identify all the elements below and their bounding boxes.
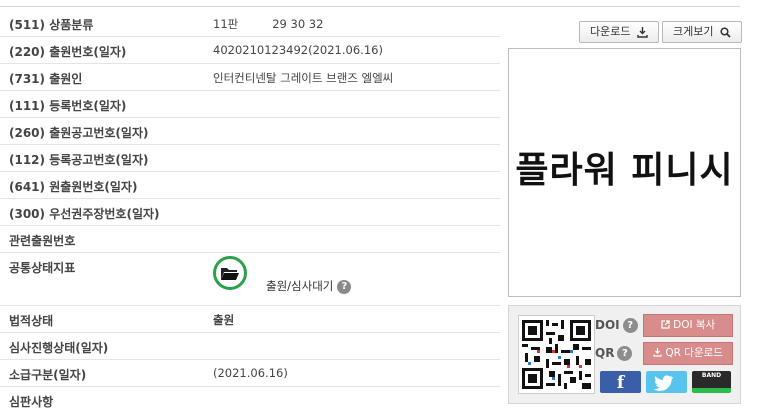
doi-copy-button[interactable]: DOI 복사	[643, 314, 733, 337]
label-exam-progress: 심사진행상태(일자)	[9, 341, 109, 355]
facebook-icon: f	[616, 373, 625, 393]
value-goods-class: 11판 29 30 32	[213, 16, 323, 32]
qr-download-label: QR 다운로드	[665, 347, 723, 359]
row-publication-number: (260) 출원공고번호(일자)	[0, 118, 500, 145]
help-icon[interactable]: ?	[337, 279, 352, 294]
band-label: BAND	[701, 372, 722, 379]
row-applicant: (731) 출원인 인터컨티넨탈 그레이트 브랜즈 엘엘씨	[0, 64, 500, 91]
folder-icon[interactable]	[213, 256, 247, 290]
download-label: 다운로드	[590, 25, 631, 38]
label-common-status: 공통상태지표	[9, 261, 76, 275]
status-text: 출원/심사대기?	[266, 278, 352, 294]
zoom-label: 크게보기	[673, 25, 714, 38]
doi-help-icon[interactable]: ?	[622, 318, 638, 333]
qr-label: QR?	[595, 346, 633, 361]
value-legal-status: 출원	[213, 313, 235, 327]
doi-label-text: DOI	[595, 318, 620, 332]
label-trial: 심판사항	[9, 395, 54, 409]
row-related-application: 관련출원번호	[0, 226, 500, 253]
download-button[interactable]: 다운로드	[579, 21, 659, 43]
label-registration-publication: (112) 등록공고번호(일자)	[9, 153, 149, 167]
qr-label-text: QR	[595, 346, 615, 360]
row-application-number: (220) 출원번호(일자) 4020210123492(2021.06.16)	[0, 37, 500, 64]
class-edition: 11판	[213, 17, 239, 31]
row-goods-class: (511) 상품분류 11판 29 30 32	[0, 10, 500, 37]
row-legal-status: 법적상태 출원	[0, 306, 500, 333]
doi-label: DOI?	[595, 318, 638, 333]
magnifier-icon	[720, 26, 731, 38]
class-numbers: 29 30 32	[272, 17, 324, 31]
value-application-number: 4020210123492(2021.06.16)	[213, 43, 383, 57]
label-applicant: (731) 출원인	[9, 72, 83, 86]
share-panel: DOI? QR? DOI 복사 QR 다운로드 f BAND	[508, 305, 741, 404]
label-registration-number: (111) 등록번호(일자)	[9, 99, 127, 113]
twitter-share-button[interactable]	[646, 371, 687, 393]
info-table: (511) 상품분류 11판 29 30 32 (220) 출원번호(일자) 40…	[0, 10, 500, 413]
label-related-application: 관련출원번호	[9, 234, 76, 248]
trademark-image[interactable]: 플라워 피니시	[508, 48, 741, 297]
label-original-application: (641) 원출원번호(일자)	[9, 180, 138, 194]
value-applicant[interactable]: 인터컨티넨탈 그레이트 브랜즈 엘엘씨	[213, 70, 393, 86]
row-retroactive: 소급구분(일자) (2021.06.16)	[0, 360, 500, 387]
qr-download-button[interactable]: QR 다운로드	[643, 342, 733, 365]
download-icon	[653, 348, 662, 357]
row-priority-claim: (300) 우선권주장번호(일자)	[0, 199, 500, 226]
label-retroactive: 소급구분(일자)	[9, 368, 87, 382]
label-priority-claim: (300) 우선권주장번호(일자)	[9, 207, 160, 221]
label-goods-class: (511) 상품분류	[9, 18, 94, 32]
label-legal-status: 법적상태	[9, 314, 54, 328]
qr-help-icon[interactable]: ?	[617, 346, 633, 361]
doi-copy-label: DOI 복사	[673, 319, 716, 331]
zoom-button[interactable]: 크게보기	[662, 21, 742, 43]
download-icon	[637, 26, 648, 38]
row-original-application: (641) 원출원번호(일자)	[0, 172, 500, 199]
qr-code	[518, 315, 595, 394]
trademark-text: 플라워 피니시	[515, 150, 734, 191]
row-registration-publication: (112) 등록공고번호(일자)	[0, 145, 500, 172]
row-exam-progress: 심사진행상태(일자)	[0, 333, 500, 360]
top-divider	[0, 0, 740, 7]
label-publication-number: (260) 출원공고번호(일자)	[9, 126, 149, 140]
band-share-button[interactable]: BAND	[692, 371, 731, 393]
status-value: 출원/심사대기	[266, 279, 334, 293]
row-registration-number: (111) 등록번호(일자)	[0, 91, 500, 118]
label-application-number: (220) 출원번호(일자)	[9, 45, 127, 59]
row-trial: 심판사항	[0, 387, 500, 413]
external-link-icon	[661, 320, 670, 329]
facebook-share-button[interactable]: f	[600, 371, 641, 393]
twitter-bird-icon	[653, 375, 673, 391]
row-common-status: 공통상태지표 출원/심사대기?	[0, 253, 500, 306]
value-retroactive: (2021.06.16)	[213, 366, 288, 380]
